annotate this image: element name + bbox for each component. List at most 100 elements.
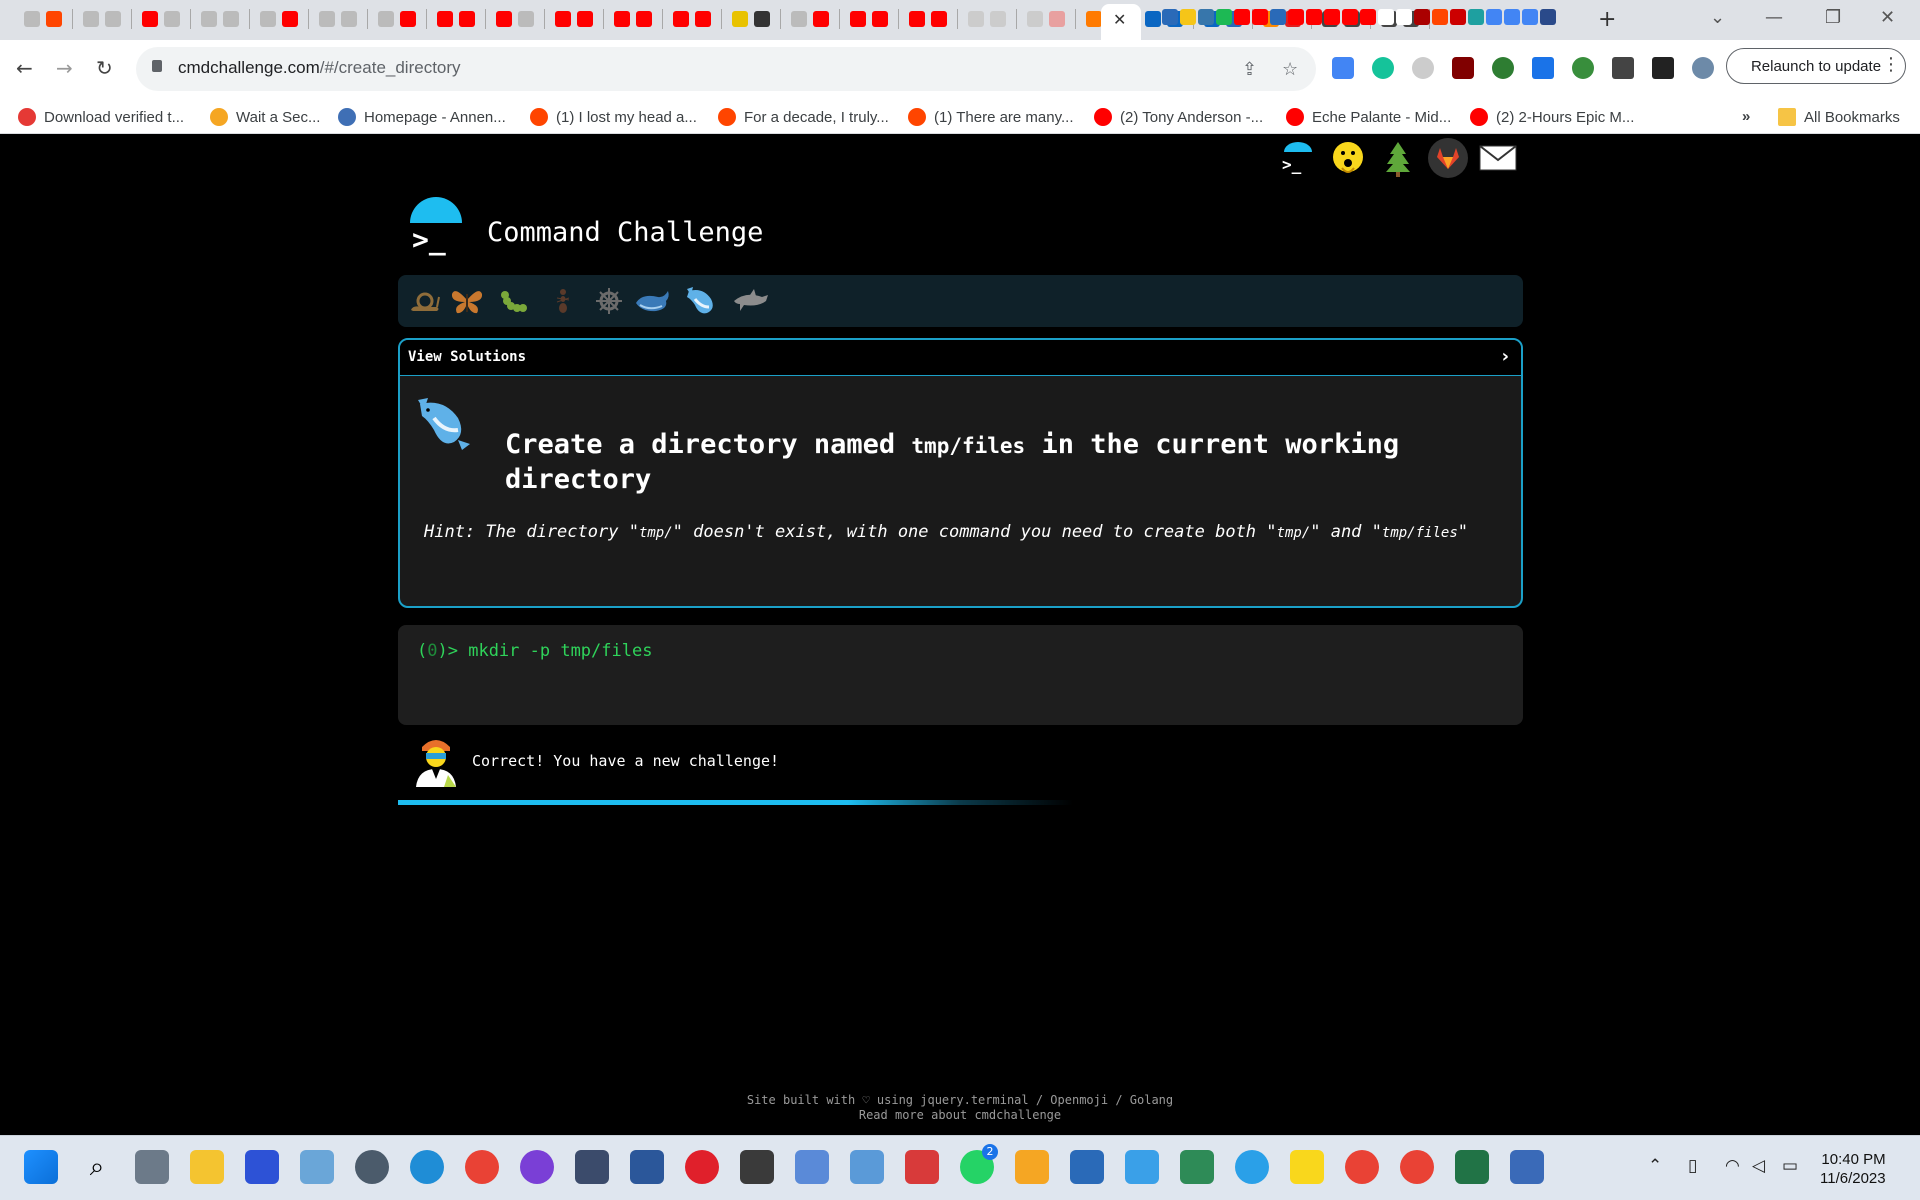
minimize-icon[interactable]: —	[1765, 7, 1783, 28]
terminal-line[interactable]: (0)> mkdir -p tmp/files	[417, 641, 652, 661]
tab-favicon-icon[interactable]	[105, 11, 121, 27]
tab-favicon-icon[interactable]	[223, 11, 239, 27]
tab-favicon-icon[interactable]	[695, 11, 711, 27]
tab-favicon-icon[interactable]	[1324, 9, 1340, 25]
tab-favicon-icon[interactable]	[1396, 9, 1412, 25]
extension-icon[interactable]	[1532, 57, 1554, 79]
bookmark-item[interactable]: (1) There are many...	[908, 108, 1074, 126]
view-solutions-toggle[interactable]: View Solutions ›	[400, 340, 1521, 376]
snipping-tool-icon[interactable]	[795, 1150, 829, 1184]
chrome-icon[interactable]	[1345, 1150, 1379, 1184]
level-ant-icon[interactable]	[544, 283, 582, 319]
app-icon[interactable]	[850, 1150, 884, 1184]
side-panel-icon[interactable]	[1652, 57, 1674, 79]
tab-favicon-icon[interactable]	[1522, 9, 1538, 25]
hint-face-icon[interactable]	[1328, 138, 1368, 178]
file-explorer-icon[interactable]	[190, 1150, 224, 1184]
tab-favicon-icon[interactable]	[1378, 9, 1394, 25]
active-tab[interactable]: ✕	[1101, 4, 1141, 40]
tab-favicon-icon[interactable]	[164, 11, 180, 27]
tab-favicon-icon[interactable]	[24, 11, 40, 27]
tab-favicon-icon[interactable]	[732, 11, 748, 27]
photos-icon[interactable]	[300, 1150, 334, 1184]
tips-icon[interactable]	[1235, 1150, 1269, 1184]
sticky-notes-icon[interactable]	[1290, 1150, 1324, 1184]
tab-favicon-icon[interactable]	[1216, 9, 1232, 25]
word-icon[interactable]	[630, 1150, 664, 1184]
back-icon[interactable]: ←	[16, 56, 33, 80]
url-text[interactable]: cmdchallenge.com/#/create_directory	[178, 58, 461, 78]
video-recorder-icon[interactable]	[905, 1150, 939, 1184]
tab-favicon-icon[interactable]	[968, 11, 984, 27]
tab-favicon-icon[interactable]	[1162, 9, 1178, 25]
bookmark-item[interactable]: (2) Tony Anderson -...	[1094, 108, 1263, 126]
tab-favicon-icon[interactable]	[1468, 9, 1484, 25]
tab-favicon-icon[interactable]	[1360, 9, 1376, 25]
tab-favicon-icon[interactable]	[577, 11, 593, 27]
bookmark-item[interactable]: For a decade, I truly...	[718, 108, 889, 126]
tab-favicon-icon[interactable]	[1342, 9, 1358, 25]
tab-favicon-icon[interactable]	[400, 11, 416, 27]
tab-favicon-icon[interactable]	[990, 11, 1006, 27]
search-icon[interactable]: ⌕	[80, 1150, 114, 1184]
battery-icon[interactable]: ▭	[1782, 1156, 1798, 1176]
level-caterpillar-icon[interactable]	[494, 283, 532, 319]
git-icon[interactable]	[1180, 1150, 1214, 1184]
app-icon[interactable]	[575, 1150, 609, 1184]
terminal-input[interactable]: (0)> mkdir -p tmp/files	[398, 625, 1523, 725]
task-view-icon[interactable]	[135, 1150, 169, 1184]
tab-favicon-icon[interactable]	[1252, 9, 1268, 25]
excel-icon[interactable]	[1455, 1150, 1489, 1184]
tray-overflow-icon[interactable]: ⌃	[1648, 1156, 1662, 1176]
tab-favicon-icon[interactable]	[555, 11, 571, 27]
menu-kebab-icon[interactable]: ⋮	[1882, 54, 1900, 75]
extension-icon[interactable]	[1492, 57, 1514, 79]
bookmark-item[interactable]: Eche Palante - Mid...	[1286, 108, 1451, 126]
tab-favicon-icon[interactable]	[1234, 9, 1250, 25]
all-bookmarks-button[interactable]: All Bookmarks	[1778, 108, 1900, 126]
sublime-text-icon[interactable]	[1015, 1150, 1049, 1184]
new-tab-button[interactable]: +	[1598, 7, 1616, 32]
tab-favicon-icon[interactable]	[282, 11, 298, 27]
tor-browser-icon[interactable]	[520, 1150, 554, 1184]
bookmark-item[interactable]: (2) 2-Hours Epic M...	[1470, 108, 1634, 126]
share-icon[interactable]: ⇪	[1242, 59, 1257, 80]
tab-favicon-icon[interactable]	[872, 11, 888, 27]
close-tab-icon[interactable]: ✕	[1113, 10, 1126, 29]
tab-favicon-icon[interactable]	[1027, 11, 1043, 27]
app-icon[interactable]	[1510, 1150, 1544, 1184]
chrome-icon[interactable]	[465, 1150, 499, 1184]
relaunch-button[interactable]: Relaunch to update	[1726, 48, 1906, 84]
tab-favicon-icon[interactable]	[459, 11, 475, 27]
tab-favicon-icon[interactable]	[614, 11, 630, 27]
level-whale-active-icon[interactable]	[682, 283, 720, 319]
volume-icon[interactable]: ◁	[1752, 1156, 1765, 1176]
site-logo[interactable]: >_	[408, 197, 464, 256]
ublock-extension-icon[interactable]	[1452, 57, 1474, 79]
settings-icon[interactable]	[355, 1150, 389, 1184]
tab-favicon-icon[interactable]	[636, 11, 652, 27]
bookmark-item[interactable]: Download verified t...	[18, 108, 184, 126]
lock-icon[interactable]	[152, 60, 162, 72]
tab-favicon-icon[interactable]	[142, 11, 158, 27]
tab-favicon-icon[interactable]	[341, 11, 357, 27]
level-dolphin-icon[interactable]	[732, 283, 770, 319]
tab-favicon-icon[interactable]	[1198, 9, 1214, 25]
terminal-icon[interactable]	[740, 1150, 774, 1184]
email-icon[interactable]	[1478, 138, 1518, 178]
tab-favicon-icon[interactable]	[1450, 9, 1466, 25]
tab-favicon-icon[interactable]	[1145, 11, 1161, 27]
forward-icon[interactable]: →	[56, 56, 73, 80]
tab-favicon-icon[interactable]	[378, 11, 394, 27]
tab-favicon-icon[interactable]	[1432, 9, 1448, 25]
bookmark-item[interactable]: Homepage - Annen...	[338, 108, 506, 126]
tab-favicon-icon[interactable]	[46, 11, 62, 27]
tab-favicon-icon[interactable]	[1288, 9, 1304, 25]
restore-icon[interactable]: ❐	[1825, 7, 1841, 28]
tab-favicon-icon[interactable]	[83, 11, 99, 27]
footer-about-link[interactable]: Read more about cmdchallenge	[0, 1108, 1920, 1123]
tab-search-icon[interactable]: ⌄	[1710, 7, 1725, 28]
level-snail-icon[interactable]	[406, 283, 444, 319]
opera-icon[interactable]	[685, 1150, 719, 1184]
usb-icon[interactable]: ▯	[1688, 1156, 1697, 1176]
